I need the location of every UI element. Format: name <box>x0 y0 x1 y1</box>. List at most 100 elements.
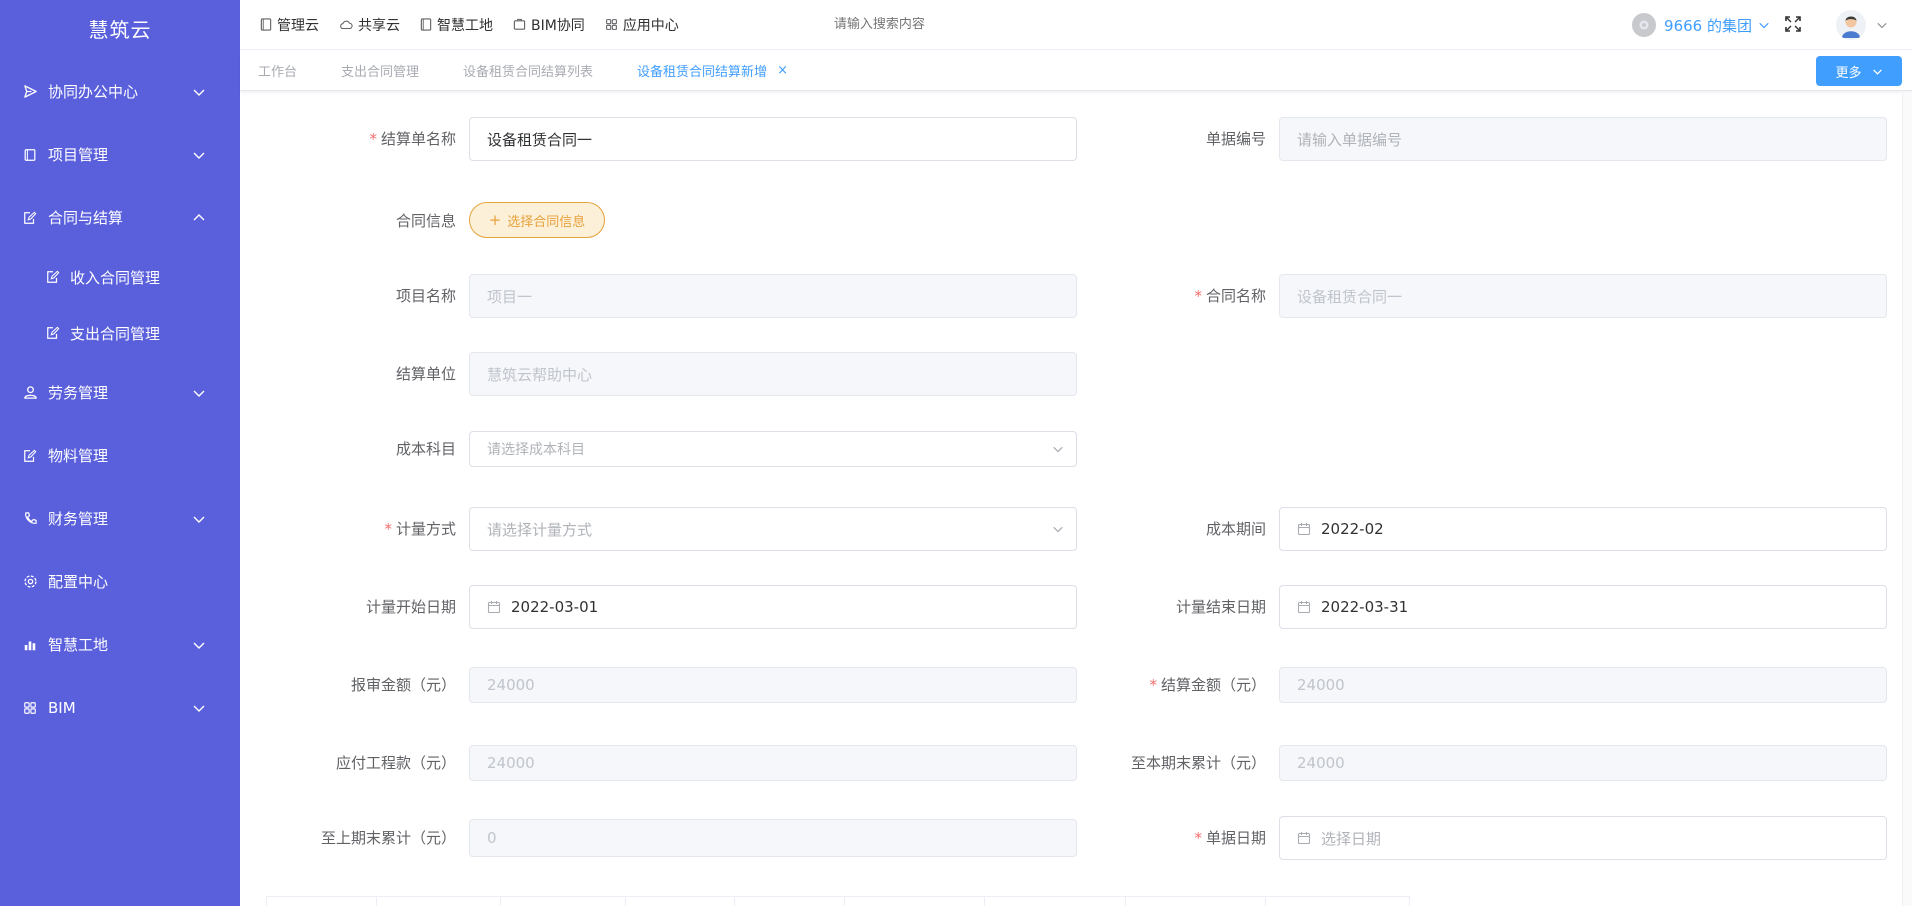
sidebar-item-label: 财务管理 <box>48 510 109 528</box>
chevron-down-icon <box>193 152 205 159</box>
measure-start-picker[interactable]: 2022-03-01 <box>469 585 1077 629</box>
label-text: 成本科目 <box>395 440 456 458</box>
required-mark: * <box>1194 287 1202 305</box>
sidebar: 慧筑云 协同办公中心 项目管理 合同与结算 收入合同管理 支出合同管理 劳务管理… <box>0 0 240 906</box>
table-column <box>1266 897 1406 906</box>
topnav-label: 智慧工地 <box>437 17 493 34</box>
sidebar-item-label: 配置中心 <box>48 573 109 591</box>
project-name-field: 项目一 <box>469 274 1077 318</box>
tablet-icon <box>260 18 272 31</box>
measure-method-placeholder: 请选择计量方式 <box>487 520 593 539</box>
measure-end-picker[interactable]: 2022-03-31 <box>1279 585 1887 629</box>
chevron-down-icon <box>1759 22 1769 29</box>
form-content: *结算单名称 单据编号 请输入单据编号 合同信息 + 选择合同信息 项目名称 项… <box>240 92 1912 906</box>
table-column <box>845 897 985 906</box>
required-mark: * <box>369 130 377 148</box>
sidebar-item-labor[interactable]: 劳务管理 <box>0 361 240 424</box>
book-icon <box>22 147 38 163</box>
avatar <box>1836 10 1866 40</box>
sidebar-item-config[interactable]: 配置中心 <box>0 550 240 613</box>
label-text: 结算单位 <box>395 365 456 383</box>
doc-date-label: * 单据日期 <box>1050 816 1266 860</box>
tablet-icon <box>420 18 432 31</box>
payable-label: 应付工程款（元） <box>240 745 456 781</box>
contract-name-label: * 合同名称 <box>1050 274 1266 318</box>
project-name-label: 项目名称 <box>240 274 456 318</box>
cum-this-period-field: 24000 <box>1279 745 1887 781</box>
cloud-icon <box>340 20 353 29</box>
tab-rental-settlement-list[interactable]: 设备租赁合同结算列表 <box>463 61 593 80</box>
payable-value: 24000 <box>487 754 535 772</box>
topnav-item-smart-site[interactable]: 智慧工地 <box>420 15 493 35</box>
global-search-input[interactable] <box>833 17 1034 32</box>
cost-period-value: 2022-02 <box>1321 520 1384 538</box>
sidebar-item-collab-office[interactable]: 协同办公中心 <box>0 60 240 123</box>
settlement-name-label: * 结算单名称 <box>240 117 456 161</box>
brand-logo-text[interactable]: 慧筑云 <box>0 0 240 60</box>
org-name: 9666 的集团 <box>1664 16 1752 35</box>
fullscreen-icon[interactable] <box>1784 15 1802 37</box>
edit-doc-icon <box>22 210 38 226</box>
form-row: 成本科目 请选择成本科目 <box>240 431 1900 475</box>
sidebar-item-bim[interactable]: BIM <box>0 676 240 739</box>
doc-number-field: 请输入单据编号 <box>1279 117 1887 161</box>
label-text: 结算金额（元） <box>1160 676 1266 694</box>
bar-chart-icon <box>22 637 38 653</box>
phone-icon <box>22 511 38 527</box>
sidebar-item-label: 劳务管理 <box>48 384 109 402</box>
sidebar-item-project[interactable]: 项目管理 <box>0 123 240 186</box>
label-text: 单据日期 <box>1205 829 1266 847</box>
measure-end-value: 2022-03-31 <box>1321 598 1409 616</box>
settlement-amount-label: * 结算金额（元） <box>1050 667 1266 703</box>
cost-period-label: 成本期间 <box>1050 507 1266 551</box>
settlement-name-input[interactable] <box>487 130 1059 148</box>
topnav-item-app-center[interactable]: 应用中心 <box>605 15 679 35</box>
reported-amount-label: 报审金额（元） <box>240 667 456 703</box>
table-column <box>1126 897 1266 906</box>
cost-subject-label: 成本科目 <box>240 431 456 467</box>
org-logo-icon <box>1632 13 1657 37</box>
select-contract-button[interactable]: + 选择合同信息 <box>469 202 605 238</box>
topnav-item-bim-collab[interactable]: BIM协同 <box>513 15 585 35</box>
top-navbar: 管理云 共享云 智慧工地 BIM协同 应用中心 请输入搜索内容 9666 的集团 <box>240 0 1912 50</box>
settlement-amount-value: 24000 <box>1297 676 1345 694</box>
topnav-label: 共享云 <box>358 17 400 34</box>
tab-label: 支出合同管理 <box>341 65 420 80</box>
sidebar-subitem-income-contract[interactable]: 收入合同管理 <box>0 249 240 305</box>
close-icon[interactable]: × <box>777 63 788 78</box>
sidebar-item-label: 智慧工地 <box>48 636 109 654</box>
sidebar-item-smart-site[interactable]: 智慧工地 <box>0 613 240 676</box>
label-text: 报审金额（元） <box>350 676 456 694</box>
org-switcher[interactable]: 9666 的集团 <box>1632 13 1770 37</box>
project-name-value: 项目一 <box>487 287 533 306</box>
sidebar-subitem-expense-contract[interactable]: 支出合同管理 <box>0 305 240 361</box>
doc-date-picker[interactable]: 选择日期 <box>1279 816 1887 860</box>
form-row: 项目名称 项目一 * 合同名称 设备租赁合同一 <box>240 274 1900 318</box>
sidebar-item-finance[interactable]: 财务管理 <box>0 487 240 550</box>
form-row: *结算单名称 单据编号 请输入单据编号 <box>240 117 1900 161</box>
table-column <box>267 897 377 906</box>
tab-rental-settlement-new[interactable]: 设备租赁合同结算新增 × <box>637 61 788 80</box>
tab-expense-contract[interactable]: 支出合同管理 <box>341 61 419 80</box>
settlement-unit-label: 结算单位 <box>240 352 456 396</box>
sidebar-item-materials[interactable]: 物料管理 <box>0 424 240 487</box>
settlement-name-field[interactable] <box>469 117 1077 161</box>
scrollbar[interactable] <box>1902 92 1912 906</box>
user-menu[interactable] <box>1836 10 1888 40</box>
topnav-item-management-cloud[interactable]: 管理云 <box>260 15 319 35</box>
settlement-unit-field: 慧筑云帮助中心 <box>469 352 1077 396</box>
topnav-item-shared-cloud[interactable]: 共享云 <box>339 15 400 35</box>
label-text: 合同信息 <box>395 212 456 230</box>
cum-this-period-label: 至本期末累计（元） <box>1050 745 1266 781</box>
cost-subject-select[interactable]: 请选择成本科目 <box>469 431 1077 467</box>
measure-method-select[interactable]: 请选择计量方式 <box>469 507 1077 551</box>
more-button[interactable]: 更多 <box>1816 56 1902 86</box>
grid-icon <box>22 700 38 716</box>
required-mark: * <box>384 520 392 538</box>
calendar-icon <box>1297 600 1311 614</box>
sidebar-item-contract-settlement[interactable]: 合同与结算 <box>0 186 240 249</box>
tab-workbench[interactable]: 工作台 <box>258 61 297 80</box>
chevron-up-icon <box>193 213 205 220</box>
contract-name-field: 设备租赁合同一 <box>1279 274 1887 318</box>
cost-period-picker[interactable]: 2022-02 <box>1279 507 1887 551</box>
